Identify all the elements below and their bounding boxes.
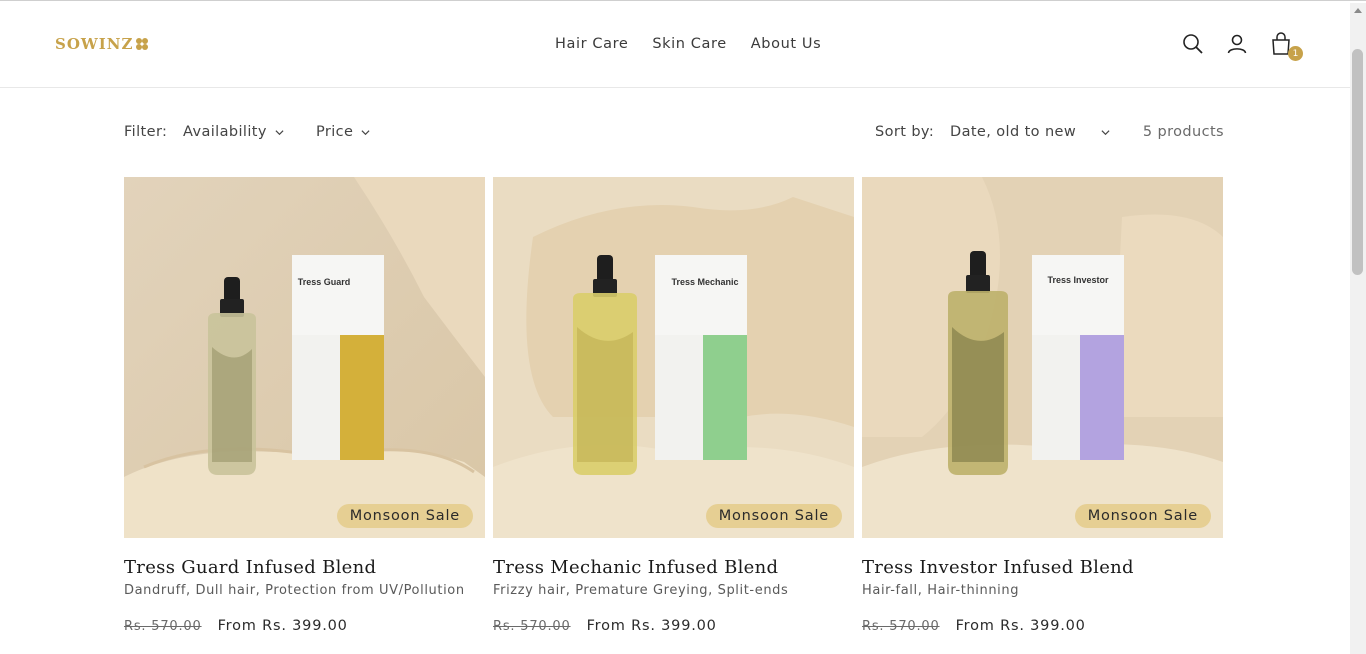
price-row: Rs. 570.00 From Rs. 399.00 xyxy=(862,618,1223,634)
product-subtitle: Dandruff, Dull hair, Protection from UV/… xyxy=(124,583,465,598)
product-card[interactable]: Tress Mechanic Monsoon Sale Tress Mechan… xyxy=(493,177,854,634)
sale-badge: Monsoon Sale xyxy=(336,504,473,528)
product-image[interactable]: Tress Mechanic Monsoon Sale xyxy=(493,177,854,538)
svg-text:Tress Investor: Tress Investor xyxy=(1047,275,1109,285)
regular-price: Rs. 570.00 xyxy=(493,619,571,634)
sale-price: From Rs. 399.00 xyxy=(955,618,1086,634)
product-title[interactable]: Tress Guard Infused Blend xyxy=(124,557,485,579)
cart-button[interactable]: 1 xyxy=(1268,31,1303,61)
brand-mark-icon xyxy=(136,38,149,50)
availability-filter[interactable]: Availability xyxy=(183,124,284,140)
sale-badge: Monsoon Sale xyxy=(705,504,842,528)
price-filter[interactable]: Price xyxy=(316,124,370,140)
scroll-thumb[interactable] xyxy=(1352,49,1363,275)
product-subtitle: Frizzy hair, Premature Greying, Split-en… xyxy=(493,583,789,598)
search-button[interactable] xyxy=(1180,31,1206,57)
regular-price: Rs. 570.00 xyxy=(124,619,202,634)
filter-bar: Filter: Availability Price Sort by: Date… xyxy=(124,124,1224,144)
product-photo-illustration: Tress Guard xyxy=(124,177,485,538)
header-icons: 1 xyxy=(1180,31,1303,61)
account-button[interactable] xyxy=(1224,31,1250,57)
price-label: Price xyxy=(316,124,354,140)
brand-name: SOWINZ xyxy=(55,35,134,53)
product-card[interactable]: Tress Investor Monsoon Sale Tress Invest… xyxy=(862,177,1223,634)
product-count: 5 products xyxy=(1142,124,1224,140)
product-grid: Tress Guard Monsoon Sale Tress Guard Inf… xyxy=(124,177,1223,634)
nav-about-us[interactable]: About Us xyxy=(751,36,821,52)
sort-label: Sort by: xyxy=(875,124,935,140)
product-photo-illustration: Tress Mechanic xyxy=(493,177,854,538)
nav-skin-care[interactable]: Skin Care xyxy=(652,36,726,52)
main-nav: Hair Care Skin Care About Us xyxy=(555,36,821,52)
chevron-down-icon xyxy=(275,129,284,135)
filter-label: Filter: xyxy=(124,124,168,140)
cart-count-badge: 1 xyxy=(1288,46,1303,61)
page-scrollbar[interactable] xyxy=(1350,3,1366,654)
availability-label: Availability xyxy=(183,124,267,140)
sale-price: From Rs. 399.00 xyxy=(217,618,348,634)
nav-hair-care[interactable]: Hair Care xyxy=(555,36,628,52)
box-title: Tress Guard xyxy=(298,277,351,287)
svg-text:Tress Mechanic: Tress Mechanic xyxy=(671,277,738,287)
search-icon xyxy=(1183,34,1203,54)
price-row: Rs. 570.00 From Rs. 399.00 xyxy=(124,618,485,634)
product-title[interactable]: Tress Investor Infused Blend xyxy=(862,557,1223,579)
sort-value: Date, old to new xyxy=(950,124,1077,140)
product-photo-illustration: Tress Investor xyxy=(862,177,1223,538)
scroll-up-arrow[interactable] xyxy=(1354,8,1362,13)
product-subtitle: Hair-fall, Hair-thinning xyxy=(862,583,1020,598)
regular-price: Rs. 570.00 xyxy=(862,619,940,634)
brand-logo[interactable]: SOWINZ xyxy=(55,34,149,54)
sale-badge: Monsoon Sale xyxy=(1074,504,1211,528)
chevron-down-icon xyxy=(361,129,370,135)
chevron-down-icon xyxy=(1101,129,1110,135)
product-title[interactable]: Tress Mechanic Infused Blend xyxy=(493,557,854,579)
sale-price: From Rs. 399.00 xyxy=(586,618,717,634)
sort-select[interactable]: Date, old to new xyxy=(950,124,1110,140)
price-row: Rs. 570.00 From Rs. 399.00 xyxy=(493,618,854,634)
user-icon xyxy=(1227,34,1247,54)
product-image[interactable]: Tress Guard Monsoon Sale xyxy=(124,177,485,538)
product-card[interactable]: Tress Guard Monsoon Sale Tress Guard Inf… xyxy=(124,177,485,634)
product-image[interactable]: Tress Investor Monsoon Sale xyxy=(862,177,1223,538)
site-header: SOWINZ Hair Care Skin Care About Us 1 xyxy=(0,3,1350,88)
